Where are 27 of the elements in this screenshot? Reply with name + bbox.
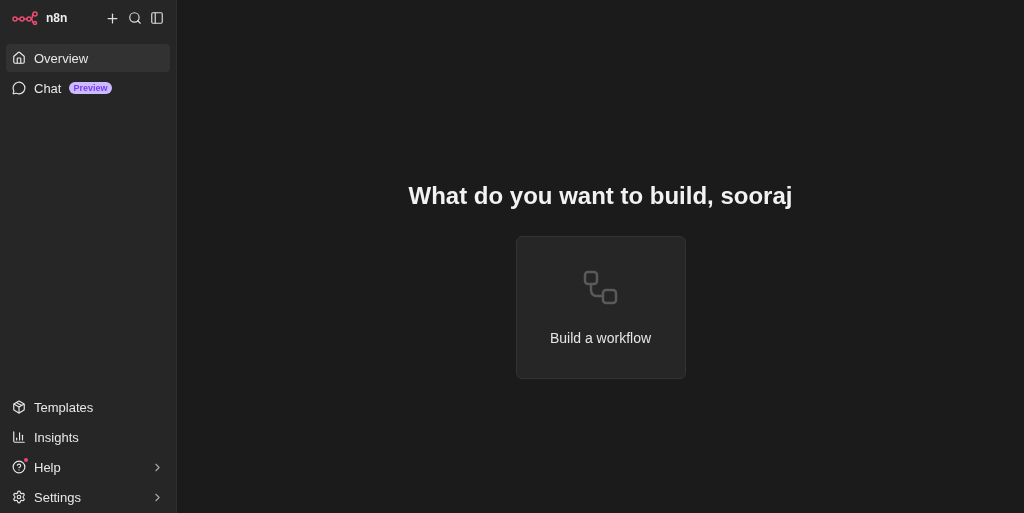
sidebar-item[interactable]: Insights <box>6 423 170 451</box>
sidebar-item[interactable]: Chat Preview <box>6 74 170 102</box>
item-label: Insights <box>34 429 79 445</box>
chat-bubble-icon <box>12 81 26 95</box>
sidebar-item[interactable]: Overview <box>6 44 170 72</box>
house-icon <box>12 51 26 65</box>
settings-icon <box>12 490 26 504</box>
heading: What do you want to build, sooraj <box>408 182 793 210</box>
sidebar-toggle-button[interactable] <box>150 11 164 25</box>
add-button[interactable] <box>105 10 120 26</box>
item-label: Templates <box>34 399 94 415</box>
sidebar-item[interactable]: Templates <box>6 393 170 421</box>
logo-icon <box>12 11 38 25</box>
sidebar-item[interactable]: Settings <box>6 483 170 511</box>
item-label: Settings <box>34 489 81 505</box>
item-label: Chat <box>34 80 62 96</box>
bar-chart-icon <box>12 430 26 444</box>
workflow-icon <box>582 269 619 306</box>
item-label: Help <box>34 459 61 475</box>
box-icon <box>12 400 26 414</box>
brand-name: n8n <box>46 11 68 25</box>
item-label: Overview <box>34 50 89 66</box>
preview-badge: Preview <box>69 82 112 94</box>
search-button[interactable] <box>128 11 142 25</box>
help-icon <box>12 460 26 474</box>
build-workflow-card[interactable]: Build a workflow <box>515 236 686 379</box>
sidebar-item[interactable]: Help <box>6 453 170 481</box>
